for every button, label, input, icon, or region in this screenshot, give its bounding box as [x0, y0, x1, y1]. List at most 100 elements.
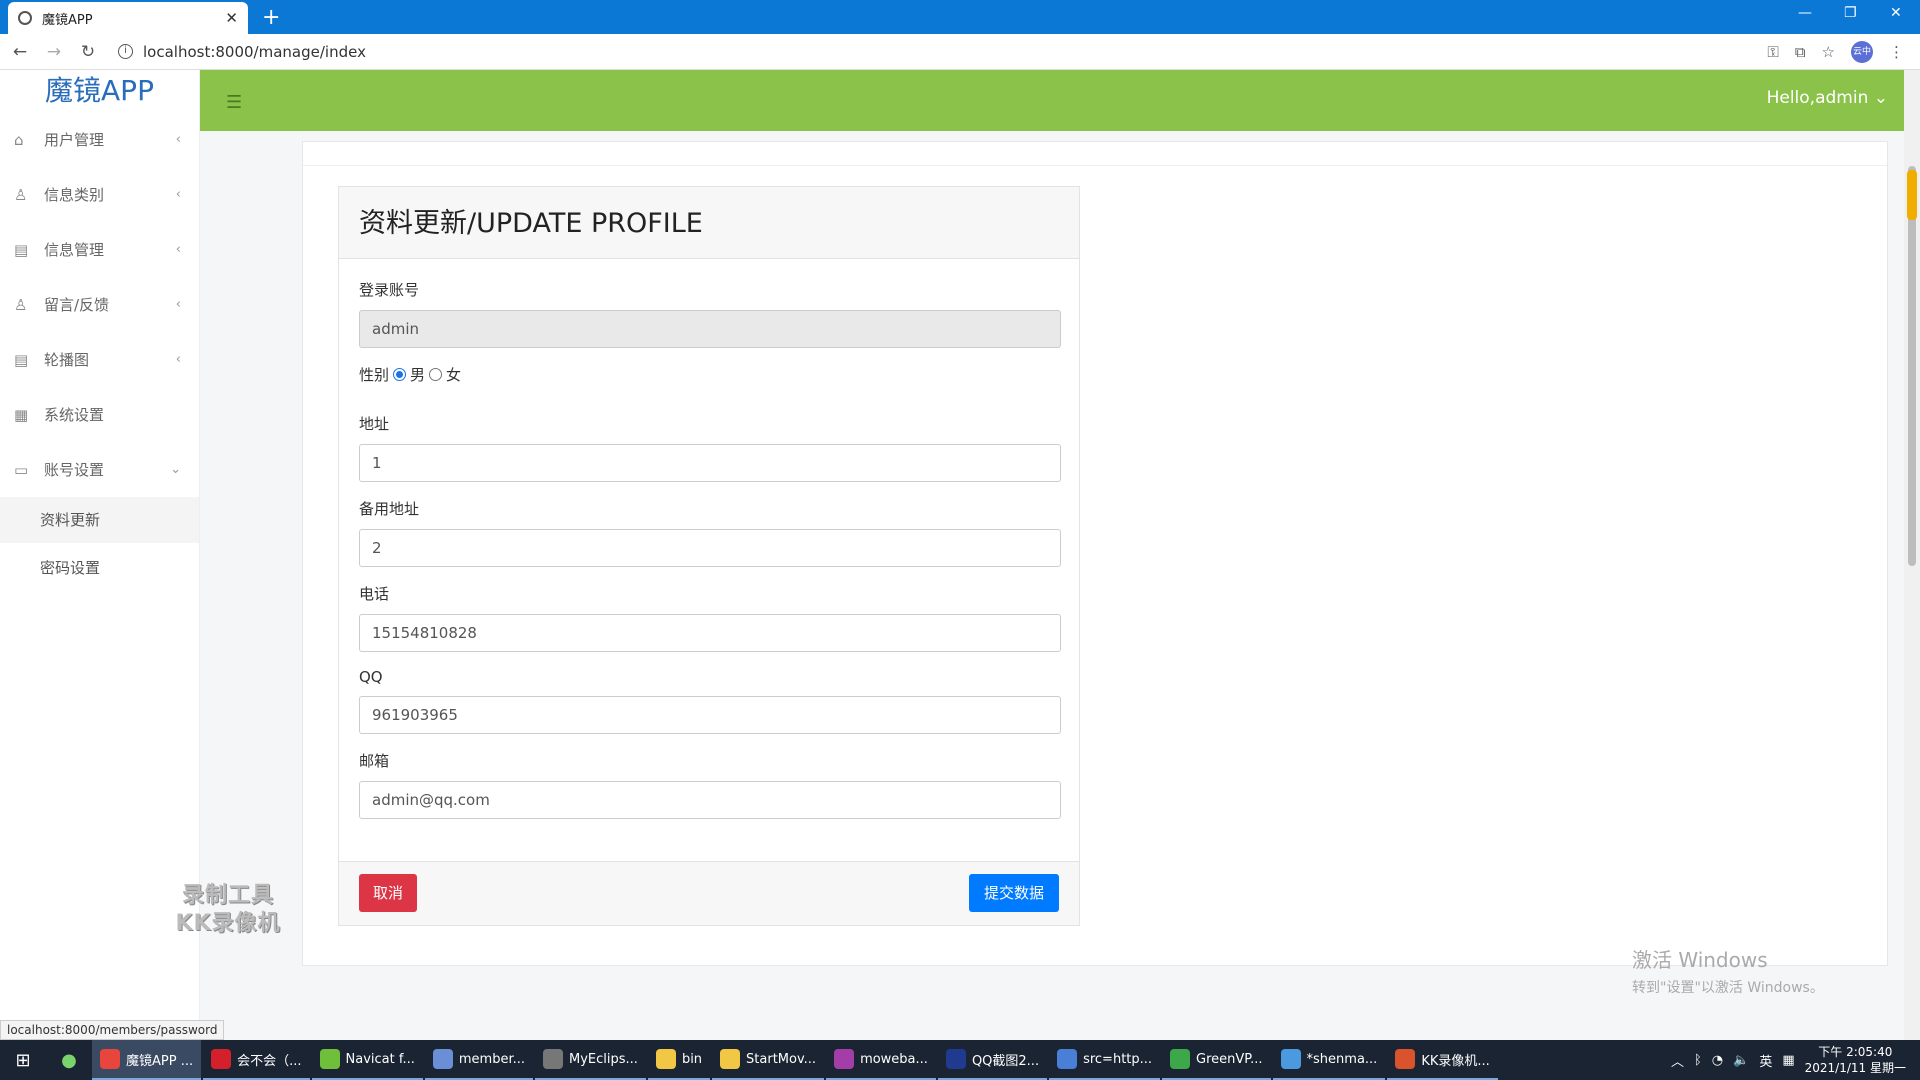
- taskbar-app[interactable]: StartMov...: [712, 1040, 825, 1080]
- phone-label: 电话: [359, 585, 390, 603]
- gender-female-radio[interactable]: [429, 368, 443, 381]
- activate-title: 激活 Windows: [1632, 948, 1768, 972]
- taskbar-app[interactable]: GreenVP...: [1162, 1040, 1271, 1080]
- profile-avatar[interactable]: 云中: [1851, 40, 1873, 63]
- sidebar-item-label: 留言/反馈: [44, 296, 110, 314]
- sidebar-item-carousel[interactable]: ▤ 轮播图 ‹: [0, 332, 199, 387]
- user-menu[interactable]: Hello,admin ⌄: [1767, 88, 1888, 108]
- form-footer: 取消 提交数据: [339, 861, 1079, 925]
- profile-form-card: 资料更新/UPDATE PROFILE 登录账号 admin 性别 男 女 地址…: [338, 186, 1080, 926]
- taskbar-app-label: QQ截图2...: [971, 1053, 1040, 1069]
- page-scrollbar[interactable]: [1904, 70, 1920, 1040]
- app-icon: [1057, 1049, 1078, 1069]
- restore-icon[interactable]: ❐: [1844, 5, 1857, 21]
- translate-icon[interactable]: ⧉: [1795, 43, 1806, 61]
- keyboard-icon[interactable]: ▦: [1782, 1053, 1794, 1068]
- greeting-text: Hello,admin: [1766, 88, 1869, 108]
- close-tab-icon[interactable]: ✕: [225, 9, 238, 27]
- form-title: 资料更新/UPDATE PROFILE: [339, 187, 1079, 259]
- gender-group: 性别 男 女: [359, 364, 1059, 385]
- show-hidden-icons-icon[interactable]: ︿: [1671, 1051, 1684, 1070]
- taskbar-app-label: KK录像机...: [1421, 1053, 1490, 1069]
- taskbar-app[interactable]: 会不会（...: [203, 1040, 310, 1080]
- address-bar[interactable]: i localhost:8000/manage/index: [118, 43, 1767, 61]
- taskbar-app-label: moweba...: [860, 1051, 928, 1067]
- gender-male-label: 男: [410, 366, 426, 384]
- sidebar-item-label: 信息类别: [44, 186, 105, 204]
- submit-button[interactable]: 提交数据: [969, 874, 1059, 912]
- gender-label: 性别: [359, 366, 390, 384]
- submenu-item-password-settings[interactable]: 密码设置: [0, 545, 199, 591]
- ime-indicator[interactable]: 英: [1759, 1051, 1772, 1070]
- folder-icon: ▭: [14, 460, 29, 479]
- app-header: ☰ Hello,admin ⌄: [200, 70, 1904, 131]
- taskbar-app[interactable]: bin: [647, 1040, 711, 1080]
- submenu-item-profile-update[interactable]: 资料更新: [0, 497, 199, 543]
- key-icon[interactable]: ⚿: [1767, 43, 1778, 61]
- volume-icon[interactable]: 🔈: [1733, 1053, 1749, 1068]
- hamburger-icon[interactable]: ☰: [226, 92, 242, 113]
- close-window-icon[interactable]: ✕: [1890, 5, 1902, 21]
- sidebar-item-info-category[interactable]: ♙ 信息类别 ‹: [0, 167, 199, 222]
- taskbar-app-label: Navicat f...: [345, 1051, 415, 1067]
- app-icon: [211, 1049, 232, 1069]
- sidebar-item-info-manage[interactable]: ▤ 信息管理 ‹: [0, 222, 199, 277]
- sidebar-item-users[interactable]: ⌂ 用户管理 ‹: [0, 112, 199, 167]
- taskbar-app[interactable]: member...: [424, 1040, 534, 1080]
- qq-label: QQ: [359, 668, 383, 686]
- taskbar-app[interactable]: QQ截图2...: [937, 1040, 1048, 1080]
- minimize-icon[interactable]: —: [1798, 5, 1812, 21]
- sidebar-item-system-settings[interactable]: ▦ 系统设置: [0, 387, 199, 442]
- address-field[interactable]: 1: [359, 444, 1061, 482]
- taskbar-app[interactable]: Navicat f...: [311, 1040, 423, 1080]
- sidebar-item-feedback[interactable]: ♙ 留言/反馈 ‹: [0, 277, 199, 332]
- alt-address-field[interactable]: 2: [359, 529, 1061, 567]
- gender-male-radio[interactable]: [393, 368, 407, 381]
- chevron-left-icon: ‹: [175, 132, 181, 147]
- taskbar-app[interactable]: KK录像机...: [1387, 1040, 1498, 1080]
- forward-icon[interactable]: →: [40, 42, 68, 62]
- network-icon[interactable]: ◔: [1712, 1053, 1723, 1068]
- info-icon[interactable]: i: [118, 44, 133, 59]
- clock[interactable]: 下午 2:05:40 2021/1/11 星期一: [1805, 1044, 1906, 1076]
- app-icon: [100, 1049, 120, 1069]
- chevron-down-icon: ⌄: [170, 462, 181, 477]
- taskbar-app[interactable]: MyEclips...: [535, 1040, 646, 1080]
- system-tray: ︿ ᛒ ◔ 🔈 英 ▦ 下午 2:05:40 2021/1/11 星期一: [1671, 1040, 1920, 1080]
- email-field[interactable]: admin@qq.com: [359, 781, 1061, 819]
- gender-female-label: 女: [446, 366, 462, 384]
- phone-field[interactable]: 15154810828: [359, 614, 1061, 652]
- home-icon: ⌂: [14, 130, 24, 149]
- cancel-button[interactable]: 取消: [359, 874, 417, 912]
- reload-icon[interactable]: ↻: [74, 42, 102, 62]
- taskbar-app[interactable]: 魔镜APP ...: [92, 1040, 202, 1080]
- app-icon: [720, 1049, 741, 1069]
- star-icon[interactable]: ☆: [1822, 43, 1835, 61]
- sidebar-item-account-settings[interactable]: ▭ 账号设置 ⌄: [0, 442, 199, 497]
- sidebar-item-label: 账号设置: [44, 461, 105, 479]
- taskbar-app[interactable]: src=http...: [1049, 1040, 1161, 1080]
- app-icon: [1280, 1049, 1301, 1069]
- taskbar-app-label: member...: [458, 1051, 526, 1067]
- chevron-left-icon: ‹: [175, 352, 181, 367]
- account-label: 登录账号: [359, 281, 420, 299]
- app-icon: [432, 1049, 453, 1069]
- chevron-down-icon: ⌄: [1873, 88, 1888, 108]
- globe-icon: [18, 11, 32, 25]
- back-icon[interactable]: ←: [6, 42, 34, 62]
- taskbar-app[interactable]: *shenma...: [1272, 1040, 1386, 1080]
- qq-field[interactable]: 961903965: [359, 696, 1061, 734]
- taskbar-app-label: src=http...: [1083, 1051, 1153, 1067]
- menu-icon[interactable]: ⋮: [1889, 43, 1904, 61]
- new-tab-icon[interactable]: +: [262, 5, 280, 30]
- app-icon: [834, 1049, 855, 1069]
- account-field: admin: [359, 310, 1061, 348]
- clock-time: 下午 2:05:40: [1818, 1045, 1893, 1059]
- taskbar-app[interactable]: moweba...: [826, 1040, 936, 1080]
- browser-tab[interactable]: 魔镜APP ✕: [8, 2, 248, 34]
- windows-start-icon[interactable]: ⊞: [0, 1050, 46, 1071]
- bluetooth-icon[interactable]: ᛒ: [1694, 1053, 1702, 1068]
- scrollbar-thumb[interactable]: [1908, 166, 1916, 566]
- app-launcher-icon[interactable]: ●: [46, 1050, 92, 1071]
- chevron-left-icon: ‹: [175, 297, 181, 312]
